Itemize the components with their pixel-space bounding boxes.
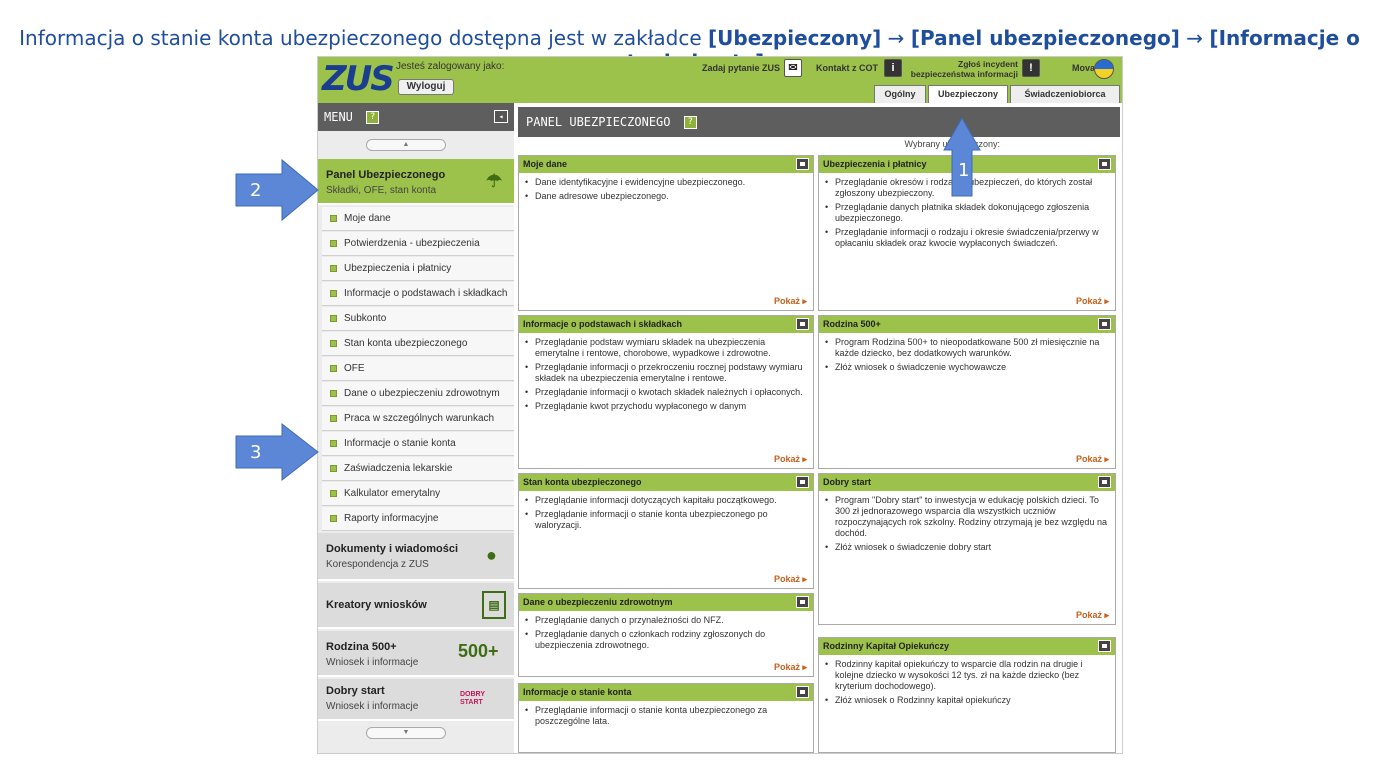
arrow-1-icon [943, 116, 981, 197]
annotation-number-2: 2 [250, 180, 262, 201]
annotation-overlay [235, 116, 981, 482]
annotation-number-3: 3 [250, 442, 262, 463]
arrow-2-icon [235, 158, 319, 222]
arrow-3-icon [235, 422, 319, 482]
annotation-number-1: 1 [958, 160, 970, 181]
